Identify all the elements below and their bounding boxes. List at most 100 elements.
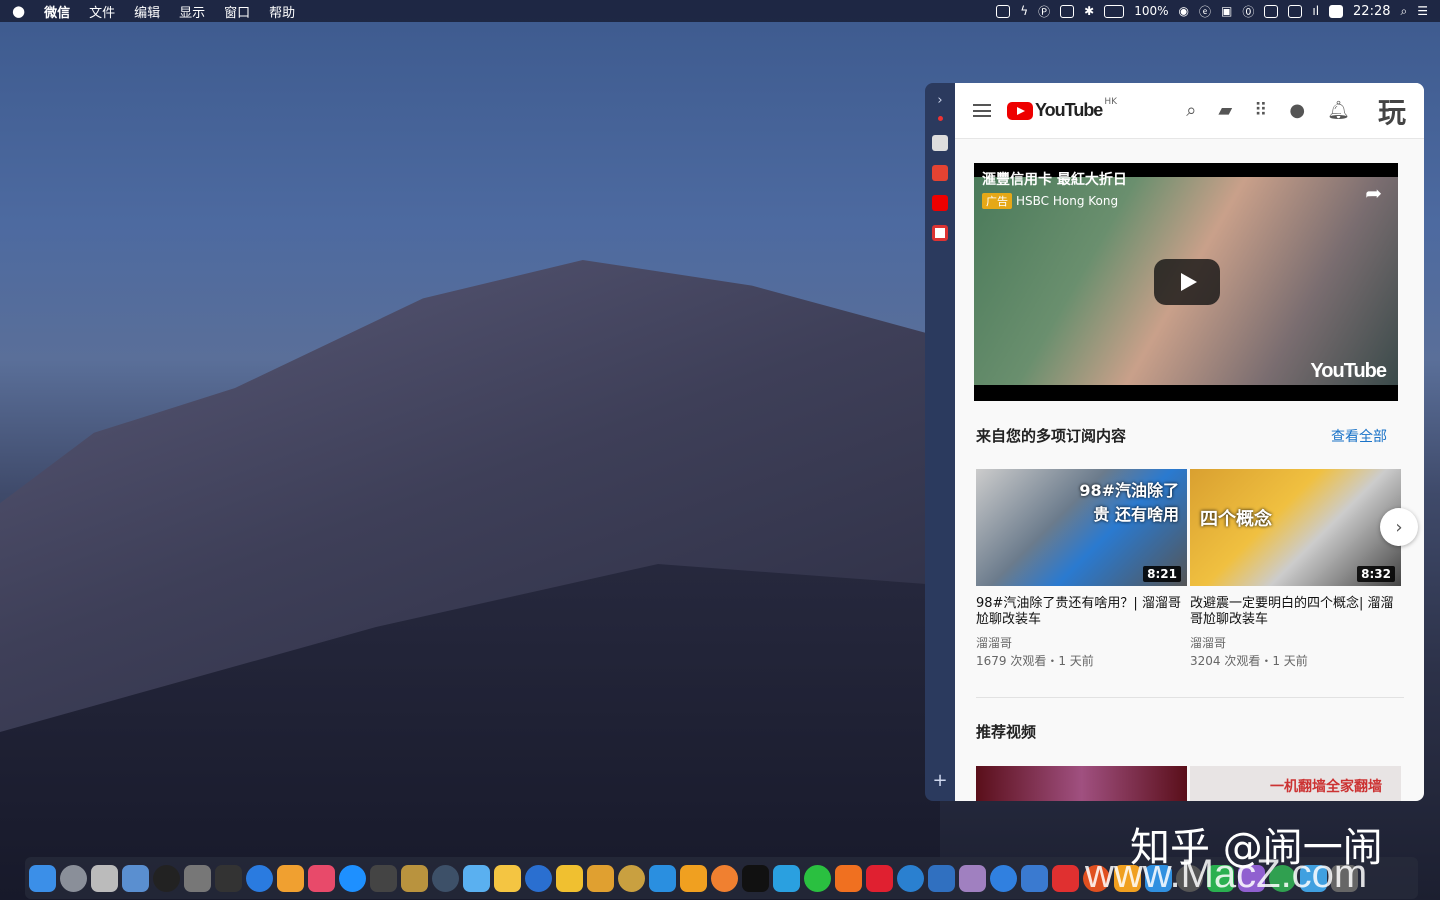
menu-wechat[interactable]: 微信 bbox=[44, 2, 70, 21]
menu-icon[interactable] bbox=[973, 104, 991, 117]
menu-help[interactable]: 帮助 bbox=[269, 2, 295, 21]
add-app-button[interactable]: + bbox=[932, 770, 947, 791]
ad-video-player[interactable]: 滙豐信用卡 最紅大折日 广告HSBC Hong Kong ➦ YouTube bbox=[974, 163, 1398, 401]
menu-edit[interactable]: 编辑 bbox=[134, 2, 160, 21]
apple-menu-icon[interactable]: ● bbox=[12, 2, 25, 20]
dock-app-icon[interactable] bbox=[370, 865, 397, 892]
dock-app-icon[interactable] bbox=[525, 865, 552, 892]
app-icon-youtube[interactable] bbox=[932, 195, 948, 211]
duration-badge: 8:21 bbox=[1143, 566, 1181, 582]
o-icon[interactable]: ⓪ bbox=[1242, 3, 1254, 20]
dock-app-icon[interactable] bbox=[1052, 865, 1079, 892]
p-icon[interactable]: Ⓟ bbox=[1038, 3, 1050, 20]
dock-app-icon[interactable] bbox=[959, 865, 986, 892]
youtube-logo-icon[interactable] bbox=[1007, 102, 1033, 120]
battery-percent: 100% bbox=[1134, 4, 1168, 18]
dock-app-icon[interactable] bbox=[556, 865, 583, 892]
dock-app-icon[interactable] bbox=[494, 865, 521, 892]
thumbnail-text: 98#汽油除了贵 还有啥用 bbox=[1069, 477, 1179, 525]
dock-app-icon[interactable] bbox=[742, 865, 769, 892]
dock-app-icon[interactable] bbox=[680, 865, 707, 892]
battery-icon[interactable] bbox=[1104, 5, 1124, 18]
video-card[interactable]: 98#汽油除了贵 还有啥用 8:21 98#汽油除了贵还有啥用？| 溜溜哥尬聊改… bbox=[976, 469, 1187, 670]
dock-app-icon[interactable] bbox=[246, 865, 273, 892]
clipboard-icon[interactable] bbox=[1264, 5, 1278, 18]
youtube-logo-text[interactable]: YouTube bbox=[1035, 100, 1102, 121]
collapse-button[interactable]: › bbox=[937, 93, 942, 108]
app-icon-notes[interactable] bbox=[932, 135, 948, 151]
search-icon[interactable]: ⌕ bbox=[1186, 100, 1196, 121]
usb-icon[interactable]: ϟ bbox=[1020, 4, 1028, 18]
video-title[interactable]: 98#汽油除了贵还有啥用？| 溜溜哥尬聊改装车 bbox=[976, 596, 1187, 628]
bell-icon[interactable]: 🔔︎ bbox=[1327, 100, 1350, 121]
dock-app-icon[interactable] bbox=[91, 865, 118, 892]
advertiser[interactable]: HSBC Hong Kong bbox=[1016, 194, 1118, 208]
dock-app-icon[interactable] bbox=[618, 865, 645, 892]
status-icon[interactable] bbox=[996, 5, 1010, 18]
dock-app-icon[interactable] bbox=[308, 865, 335, 892]
youtube-header: YouTube HK ⌕ ▰ ⠿ ● 🔔︎ 玩 bbox=[955, 83, 1424, 139]
te-icon[interactable]: ⓔ bbox=[1199, 3, 1211, 20]
channel-name[interactable]: 溜溜哥 bbox=[976, 634, 1187, 652]
wechat-icon[interactable]: ◉ bbox=[1179, 4, 1189, 18]
app-icon-todoist[interactable] bbox=[932, 165, 948, 181]
dock-app-icon[interactable] bbox=[1021, 865, 1048, 892]
video-thumbnail[interactable]: 98#汽油除了贵 还有啥用 8:21 bbox=[976, 469, 1187, 586]
clock[interactable]: 22:28 bbox=[1353, 4, 1390, 19]
menu-file[interactable]: 文件 bbox=[89, 2, 115, 21]
dock-app-icon[interactable] bbox=[122, 865, 149, 892]
display-icon[interactable] bbox=[1288, 5, 1302, 18]
menu-view[interactable]: 显示 bbox=[179, 2, 205, 21]
dock-app-icon[interactable] bbox=[277, 865, 304, 892]
messages-icon[interactable]: ● bbox=[1289, 100, 1305, 121]
video-thumbnail[interactable]: 四个概念 8:32 bbox=[1190, 469, 1401, 586]
dock-app-icon[interactable] bbox=[587, 865, 614, 892]
dock-app-icon[interactable] bbox=[339, 865, 366, 892]
play-button[interactable] bbox=[1154, 259, 1220, 305]
dock-app-icon[interactable] bbox=[804, 865, 831, 892]
dock-app-icon[interactable] bbox=[432, 865, 459, 892]
channel-name[interactable]: 溜溜哥 bbox=[1190, 634, 1401, 652]
dock-app-icon[interactable] bbox=[401, 865, 428, 892]
search-icon[interactable]: ⌕ bbox=[1401, 4, 1408, 19]
ad-title[interactable]: 滙豐信用卡 最紅大折日 bbox=[982, 169, 1127, 189]
region-label: HK bbox=[1104, 97, 1117, 107]
youtube-watermark[interactable]: YouTube bbox=[1310, 360, 1386, 383]
apps-grid-icon[interactable]: ⠿ bbox=[1254, 100, 1267, 121]
video-card[interactable]: 四个概念 8:32 改避震一定要明白的四个概念| 溜溜哥尬聊改装车 溜溜哥320… bbox=[1190, 469, 1401, 670]
notification-center-icon[interactable]: ☰ bbox=[1417, 4, 1428, 18]
screen-record-icon[interactable] bbox=[1060, 5, 1074, 18]
dock-app-icon[interactable] bbox=[153, 865, 180, 892]
app-icon-gmail[interactable] bbox=[932, 225, 948, 241]
recommended-thumbnail[interactable] bbox=[976, 766, 1187, 801]
dock-app-icon[interactable] bbox=[928, 865, 955, 892]
dock-app-icon[interactable] bbox=[463, 865, 490, 892]
dock-app-icon[interactable] bbox=[711, 865, 738, 892]
switch-icon[interactable]: ▣ bbox=[1221, 4, 1232, 18]
menu-window[interactable]: 窗口 bbox=[224, 2, 250, 21]
bluetooth-icon[interactable]: ✱ bbox=[1084, 4, 1094, 18]
macz-watermark: www.MacZ.com bbox=[1085, 852, 1367, 897]
recommended-thumbnail[interactable]: 一机翻墙全家翻墙 bbox=[1190, 766, 1401, 801]
dock-app-icon[interactable] bbox=[29, 865, 56, 892]
dock-app-icon[interactable] bbox=[866, 865, 893, 892]
dock-app-icon[interactable] bbox=[60, 865, 87, 892]
video-meta: 1679 次观看・1 天前 bbox=[976, 652, 1187, 670]
video-title[interactable]: 改避震一定要明白的四个概念| 溜溜哥尬聊改装车 bbox=[1190, 596, 1401, 628]
video-camera-icon[interactable]: ▰ bbox=[1218, 100, 1232, 121]
dock-app-icon[interactable] bbox=[990, 865, 1017, 892]
dock-app-icon[interactable] bbox=[835, 865, 862, 892]
dock-app-icon[interactable] bbox=[773, 865, 800, 892]
carousel-next-button[interactable]: › bbox=[1380, 508, 1418, 546]
avatar[interactable]: 玩 bbox=[1378, 91, 1406, 131]
red-dot-icon bbox=[938, 116, 943, 121]
dock-app-icon[interactable] bbox=[897, 865, 924, 892]
s-icon[interactable] bbox=[1329, 5, 1343, 18]
wifi-icon[interactable]: ıl bbox=[1312, 4, 1319, 18]
dock-app-icon[interactable] bbox=[184, 865, 211, 892]
video-meta: 3204 次观看・1 天前 bbox=[1190, 652, 1401, 670]
share-icon[interactable]: ➦ bbox=[1365, 181, 1382, 205]
dock-app-icon[interactable] bbox=[649, 865, 676, 892]
dock-app-icon[interactable] bbox=[215, 865, 242, 892]
see-all-link[interactable]: 查看全部 bbox=[1331, 426, 1387, 446]
